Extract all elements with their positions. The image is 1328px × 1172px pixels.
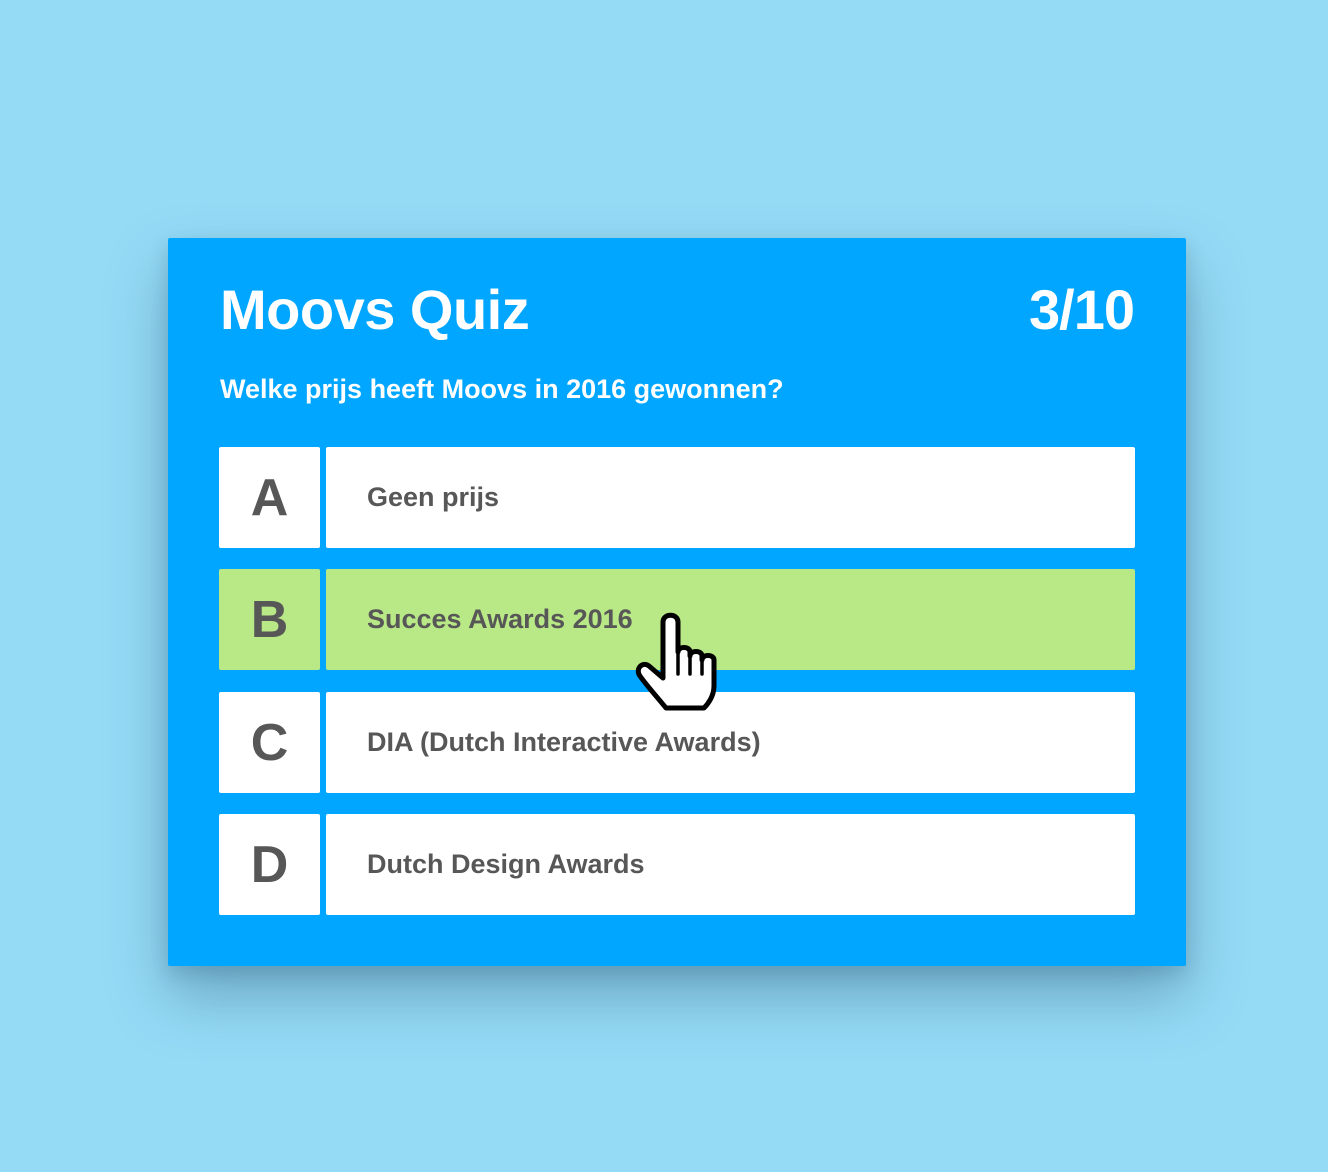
answer-letter: D (219, 814, 320, 915)
answer-label: Dutch Design Awards (326, 814, 1135, 915)
answer-letter: A (219, 447, 320, 548)
answer-option-d[interactable]: D Dutch Design Awards (219, 814, 1135, 915)
answer-label: DIA (Dutch Interactive Awards) (326, 692, 1135, 793)
question-counter: 3/10 (1029, 278, 1135, 341)
answer-label: Succes Awards 2016 (326, 569, 1135, 670)
answer-label: Geen prijs (326, 447, 1135, 548)
quiz-title: Moovs Quiz (220, 278, 530, 341)
quiz-card: Moovs Quiz 3/10 Welke prijs heeft Moovs … (168, 238, 1186, 966)
question-text: Welke prijs heeft Moovs in 2016 gewonnen… (220, 374, 784, 404)
answer-letter: B (219, 569, 320, 670)
answer-option-b[interactable]: B Succes Awards 2016 (219, 569, 1135, 670)
answer-letter: C (219, 692, 320, 793)
answer-option-c[interactable]: C DIA (Dutch Interactive Awards) (219, 692, 1135, 793)
answer-option-a[interactable]: A Geen prijs (219, 447, 1135, 548)
